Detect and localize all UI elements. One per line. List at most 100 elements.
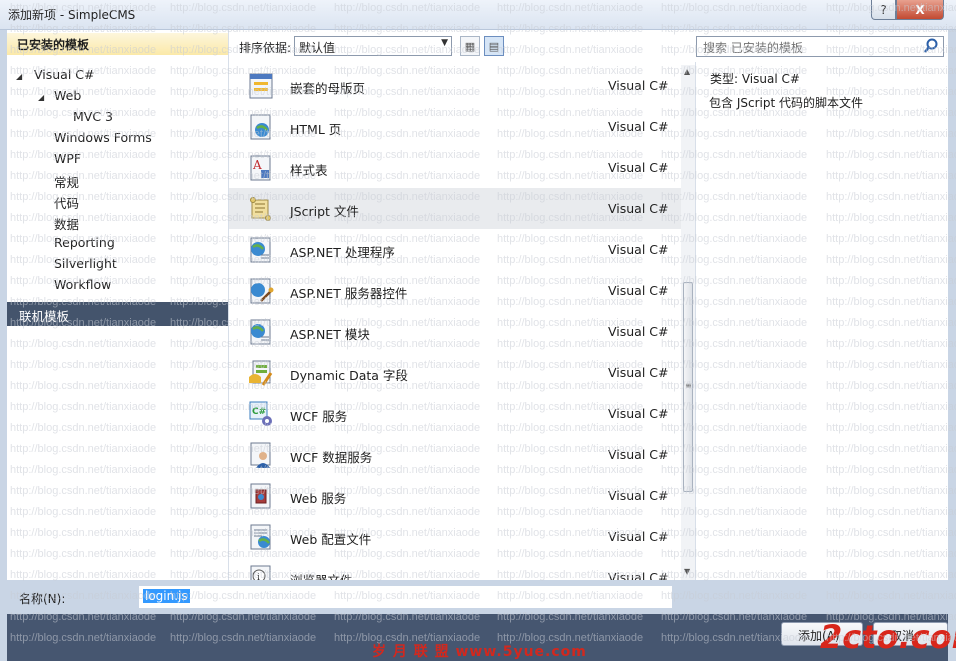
blog-watermark-text: http://blog.csdn.net/tianxiaode	[170, 548, 317, 560]
watermark-layer: http://blog.csdn.net/tianxiaode http://bl…	[0, 0, 956, 661]
blog-watermark-text: http://blog.csdn.net/tianxiaode	[170, 485, 317, 497]
blog-watermark-text: http://blog.csdn.net/tianxiaode	[661, 338, 808, 350]
blog-watermark-text: http://blog.csdn.net/tianxiaode	[497, 170, 644, 182]
blog-watermark-text: http://blog.csdn.net/tianxiaode	[661, 590, 808, 602]
blog-watermark-text: http://blog.csdn.net/tianxiaode	[497, 422, 644, 434]
blog-watermark-text: http://blog.csdn.net/tianxiaode	[334, 422, 481, 434]
blog-watermark-text: http://blog.csdn.net/tianxiaode	[334, 443, 481, 455]
blog-watermark-text: http://blog.csdn.net/tianxiaode	[170, 338, 317, 350]
blog-watermark-text: http://blog.csdn.net/tianxiaode	[10, 65, 157, 77]
blog-watermark-text: http://blog.csdn.net/tianxiaode	[497, 149, 644, 161]
blog-watermark-text: http://blog.csdn.net/tianxiaode	[334, 296, 481, 308]
blog-watermark-text: http://blog.csdn.net/tianxiaode	[497, 632, 644, 644]
blog-watermark-text: http://blog.csdn.net/tianxiaode	[497, 2, 644, 14]
blog-watermark-text: http://blog.csdn.net/tianxiaode	[661, 212, 808, 224]
blog-watermark-text: http://blog.csdn.net/tianxiaode	[334, 65, 481, 77]
blog-watermark-text: http://blog.csdn.net/tianxiaode	[334, 149, 481, 161]
blog-watermark-text: http://blog.csdn.net/tianxiaode	[334, 464, 481, 476]
blog-watermark-text: http://blog.csdn.net/tianxiaode	[497, 44, 644, 56]
blog-watermark-text: http://blog.csdn.net/tianxiaode	[10, 317, 157, 329]
blog-watermark-text: http://blog.csdn.net/tianxiaode	[170, 443, 317, 455]
blog-watermark-text: http://blog.csdn.net/tianxiaode	[497, 359, 644, 371]
blog-watermark-text: http://blog.csdn.net/tianxiaode	[497, 296, 644, 308]
blog-watermark-text: http://blog.csdn.net/tianxiaode	[826, 338, 956, 350]
blog-watermark-text: http://blog.csdn.net/tianxiaode	[497, 65, 644, 77]
blog-watermark-text: http://blog.csdn.net/tianxiaode	[661, 506, 808, 518]
blog-watermark-text: http://blog.csdn.net/tianxiaode	[826, 506, 956, 518]
blog-watermark-text: http://blog.csdn.net/tianxiaode	[497, 338, 644, 350]
blog-watermark-text: http://blog.csdn.net/tianxiaode	[497, 128, 644, 140]
blog-watermark-text: http://blog.csdn.net/tianxiaode	[170, 464, 317, 476]
blog-watermark-text: http://blog.csdn.net/tianxiaode	[497, 590, 644, 602]
blog-watermark-text: http://blog.csdn.net/tianxiaode	[826, 128, 956, 140]
blog-watermark-text: http://blog.csdn.net/tianxiaode	[334, 254, 481, 266]
blog-watermark-text: http://blog.csdn.net/tianxiaode	[334, 275, 481, 287]
blog-watermark-text: http://blog.csdn.net/tianxiaode	[10, 233, 157, 245]
blog-watermark-text: http://blog.csdn.net/tianxiaode	[661, 380, 808, 392]
blog-watermark-text: http://blog.csdn.net/tianxiaode	[334, 170, 481, 182]
blog-watermark-text: http://blog.csdn.net/tianxiaode	[334, 317, 481, 329]
blog-watermark-text: http://blog.csdn.net/tianxiaode	[170, 275, 317, 287]
blog-watermark-text: http://blog.csdn.net/tianxiaode	[170, 2, 317, 14]
blog-watermark-text: http://blog.csdn.net/tianxiaode	[497, 380, 644, 392]
blog-watermark-text: http://blog.csdn.net/tianxiaode	[170, 149, 317, 161]
blog-watermark-text: http://blog.csdn.net/tianxiaode	[334, 359, 481, 371]
blog-watermark-text: http://blog.csdn.net/tianxiaode	[661, 86, 808, 98]
blog-watermark-text: http://blog.csdn.net/tianxiaode	[826, 464, 956, 476]
blog-watermark-text: http://blog.csdn.net/tianxiaode	[10, 443, 157, 455]
blog-watermark-text: http://blog.csdn.net/tianxiaode	[10, 128, 157, 140]
blog-watermark-text: http://blog.csdn.net/tianxiaode	[334, 233, 481, 245]
blog-watermark-text: http://blog.csdn.net/tianxiaode	[170, 632, 317, 644]
blog-watermark-text: http://blog.csdn.net/tianxiaode	[334, 611, 481, 623]
blog-watermark-text: http://blog.csdn.net/tianxiaode	[170, 233, 317, 245]
blog-watermark-text: http://blog.csdn.net/tianxiaode	[826, 275, 956, 287]
blog-watermark-text: http://blog.csdn.net/tianxiaode	[170, 506, 317, 518]
blog-watermark-text: http://blog.csdn.net/tianxiaode	[334, 506, 481, 518]
blog-watermark-text: http://blog.csdn.net/tianxiaode	[826, 443, 956, 455]
blog-watermark-text: http://blog.csdn.net/tianxiaode	[661, 359, 808, 371]
blog-watermark-text: http://blog.csdn.net/tianxiaode	[170, 44, 317, 56]
blog-watermark-text: http://blog.csdn.net/tianxiaode	[661, 464, 808, 476]
blog-watermark-text: http://blog.csdn.net/tianxiaode	[826, 359, 956, 371]
blog-watermark-text: http://blog.csdn.net/tianxiaode	[10, 191, 157, 203]
blog-watermark-text: http://blog.csdn.net/tianxiaode	[826, 548, 956, 560]
blog-watermark-text: http://blog.csdn.net/tianxiaode	[334, 548, 481, 560]
blog-watermark-text: http://blog.csdn.net/tianxiaode	[826, 317, 956, 329]
blog-watermark-text: http://blog.csdn.net/tianxiaode	[826, 380, 956, 392]
blog-watermark-text: http://blog.csdn.net/tianxiaode	[497, 317, 644, 329]
blog-watermark-text: http://blog.csdn.net/tianxiaode	[170, 380, 317, 392]
blog-watermark-text: http://blog.csdn.net/tianxiaode	[10, 212, 157, 224]
blog-watermark-text: http://blog.csdn.net/tianxiaode	[661, 65, 808, 77]
blog-watermark-text: http://blog.csdn.net/tianxiaode	[826, 212, 956, 224]
blog-watermark-text: http://blog.csdn.net/tianxiaode	[826, 44, 956, 56]
blog-watermark-text: http://blog.csdn.net/tianxiaode	[10, 548, 157, 560]
blog-watermark-text: http://blog.csdn.net/tianxiaode	[497, 506, 644, 518]
blog-watermark-text: http://blog.csdn.net/tianxiaode	[334, 107, 481, 119]
blog-watermark-text: http://blog.csdn.net/tianxiaode	[661, 443, 808, 455]
blog-watermark-text: http://blog.csdn.net/tianxiaode	[334, 380, 481, 392]
blog-watermark-text: http://blog.csdn.net/tianxiaode	[334, 86, 481, 98]
blog-watermark-text: http://blog.csdn.net/tianxiaode	[826, 296, 956, 308]
blog-watermark-text: http://blog.csdn.net/tianxiaode	[661, 296, 808, 308]
blog-watermark-text: http://blog.csdn.net/tianxiaode	[170, 590, 317, 602]
blog-watermark-text: http://blog.csdn.net/tianxiaode	[170, 317, 317, 329]
blog-watermark-text: http://blog.csdn.net/tianxiaode	[661, 44, 808, 56]
blog-watermark-text: http://blog.csdn.net/tianxiaode	[497, 275, 644, 287]
blog-watermark-text: http://blog.csdn.net/tianxiaode	[497, 86, 644, 98]
blog-watermark-text: http://blog.csdn.net/tianxiaode	[170, 191, 317, 203]
blog-watermark-text: http://blog.csdn.net/tianxiaode	[10, 464, 157, 476]
blog-watermark-text: http://blog.csdn.net/tianxiaode	[661, 548, 808, 560]
blog-watermark-text: http://blog.csdn.net/tianxiaode	[661, 233, 808, 245]
blog-watermark-text: http://blog.csdn.net/tianxiaode	[170, 212, 317, 224]
blog-watermark-text: http://blog.csdn.net/tianxiaode	[334, 590, 481, 602]
blog-watermark-text: http://blog.csdn.net/tianxiaode	[10, 632, 157, 644]
blog-watermark-text: http://blog.csdn.net/tianxiaode	[334, 527, 481, 539]
blog-watermark-text: http://blog.csdn.net/tianxiaode	[661, 2, 808, 14]
blog-watermark-text: http://blog.csdn.net/tianxiaode	[334, 632, 481, 644]
blog-watermark-text: http://blog.csdn.net/tianxiaode	[661, 317, 808, 329]
blog-watermark-text: http://blog.csdn.net/tianxiaode	[334, 401, 481, 413]
blog-watermark-text: http://blog.csdn.net/tianxiaode	[10, 107, 157, 119]
blog-watermark-text: http://blog.csdn.net/tianxiaode	[170, 527, 317, 539]
blog-watermark-text: http://blog.csdn.net/tianxiaode	[170, 23, 317, 35]
blog-watermark-text: http://blog.csdn.net/tianxiaode	[10, 611, 157, 623]
